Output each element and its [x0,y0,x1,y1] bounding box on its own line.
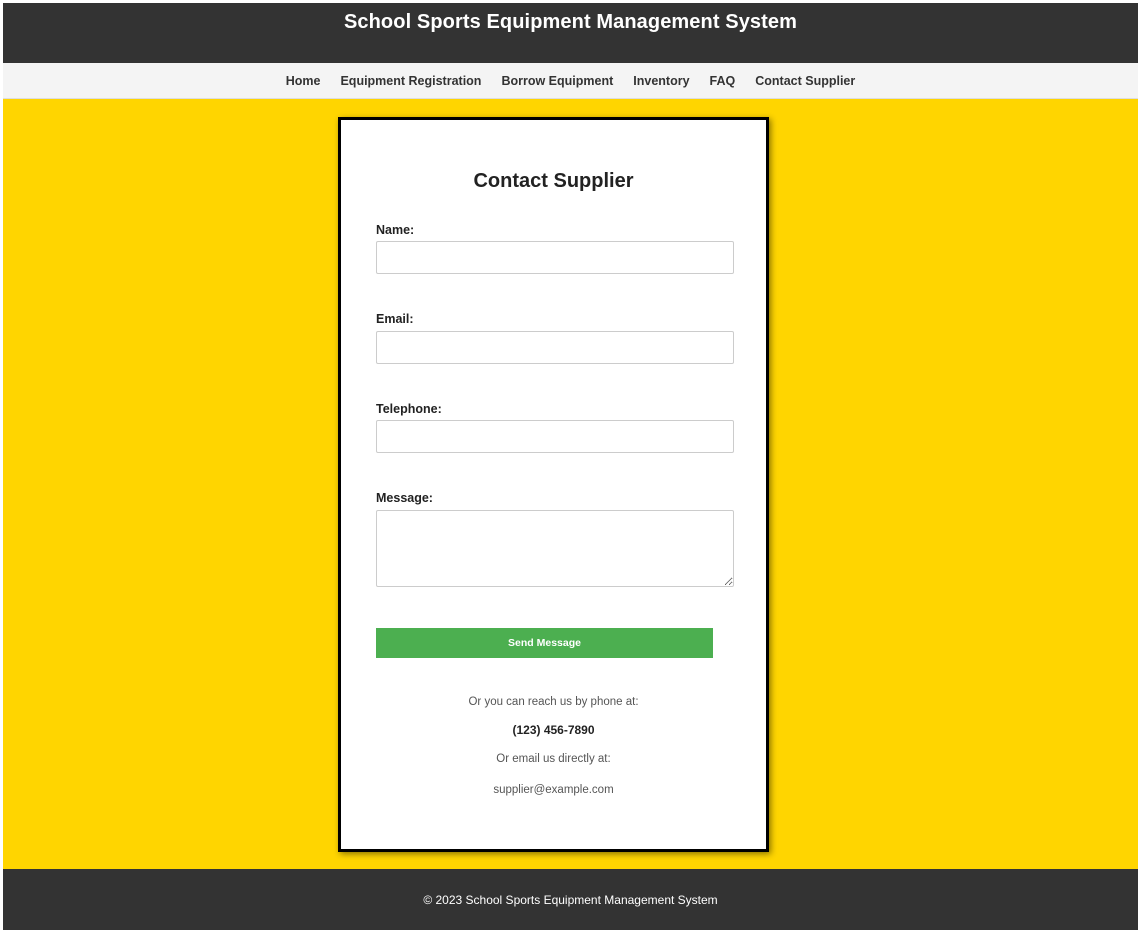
email-input[interactable] [376,331,734,364]
name-input[interactable] [376,241,734,274]
message-label: Message: [376,491,433,505]
email-label: Email: [376,312,414,326]
site-footer: © 2023 School Sports Equipment Managemen… [3,869,1138,930]
nav-faq[interactable]: FAQ [710,74,736,88]
nav-equipment-registration[interactable]: Equipment Registration [340,74,481,88]
phone-intro-text: Or you can reach us by phone at: [468,696,639,708]
main-nav: Home Equipment Registration Borrow Equip… [3,63,1138,99]
telephone-label: Telephone: [376,402,442,416]
main-content: Contact Supplier Name: Email: Telephone:… [3,99,1138,869]
name-label: Name: [376,223,415,237]
email-intro-text: Or email us directly at: [496,753,611,765]
send-message-button[interactable]: Send Message [376,628,713,658]
page: School Sports Equipment Management Syste… [3,3,1138,930]
site-title: School Sports Equipment Management Syste… [343,11,798,33]
nav-contact-supplier[interactable]: Contact Supplier [755,74,855,88]
contact-card: Contact Supplier Name: Email: Telephone:… [338,117,769,852]
site-header: School Sports Equipment Management Syste… [3,3,1138,63]
nav-inventory[interactable]: Inventory [633,74,689,88]
supplier-email: supplier@example.com [493,784,614,796]
nav-borrow-equipment[interactable]: Borrow Equipment [501,74,613,88]
supplier-phone: (123) 456-7890 [512,723,595,737]
footer-copyright: © 2023 School Sports Equipment Managemen… [423,892,718,907]
nav-home[interactable]: Home [286,74,321,88]
telephone-input[interactable] [376,420,734,453]
form-title: Contact Supplier [473,170,634,192]
message-textarea[interactable] [376,510,734,587]
